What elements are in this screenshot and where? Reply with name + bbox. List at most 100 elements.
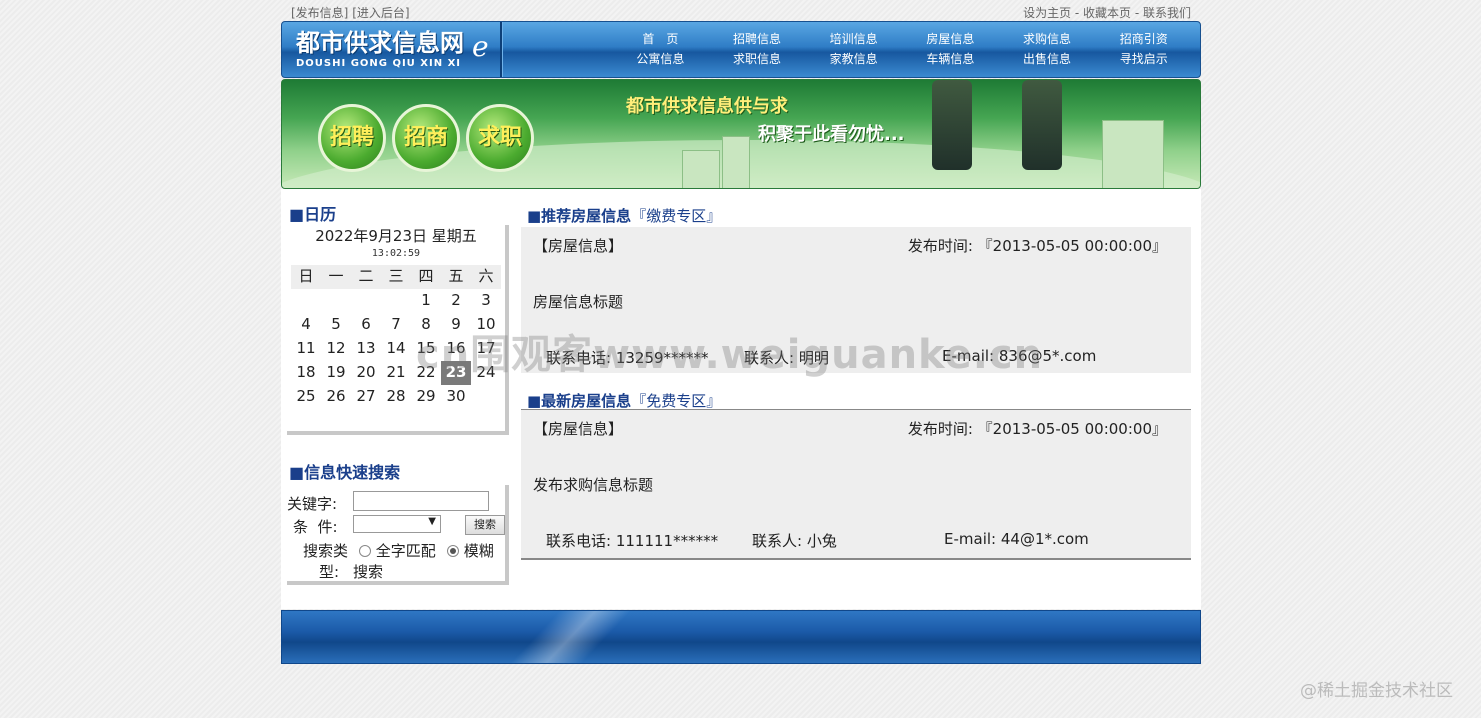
listing-contact-person: 联系人: 小兔: [752, 532, 837, 550]
main-menu: 首 页 招聘信息 培训信息 房屋信息 求购信息 招商引资 公寓信息 求职信息 家…: [612, 30, 1192, 70]
calendar-day[interactable]: 11: [291, 337, 321, 361]
condition-select[interactable]: ▼: [353, 515, 441, 533]
listing-phone: 联系电话: 111111******: [546, 532, 719, 550]
banner-job-seek-button[interactable]: 求职: [466, 104, 534, 172]
nav-item-training[interactable]: 培训信息: [805, 30, 902, 50]
calendar-weekday: 二: [351, 265, 381, 289]
calendar-day: [321, 289, 351, 313]
keyword-label: 关键字:: [287, 495, 338, 513]
exact-match-label: 全字匹配: [375, 542, 436, 560]
calendar-day: [351, 289, 381, 313]
free-zone-link[interactable]: 『免费专区』: [631, 392, 721, 410]
banner-building: [722, 136, 750, 188]
hero-banner: 招聘 招商 求职 都市供求信息供与求 积聚于此看勿忧...: [281, 79, 1201, 189]
calendar-day[interactable]: 25: [291, 385, 321, 409]
chevron-down-icon: ▼: [428, 516, 436, 527]
logo-main-text: 都市供求信息网: [296, 29, 464, 57]
nav-separator: [500, 22, 503, 77]
banner-slogan-1: 都市供求信息供与求: [626, 96, 788, 117]
calendar-day[interactable]: 30: [441, 385, 471, 409]
calendar-day[interactable]: 1: [411, 289, 441, 313]
nav-item-investment[interactable]: 招商引资: [1095, 30, 1192, 50]
calendar-day[interactable]: 3: [471, 289, 501, 313]
fuzzy-match-label-cont: 搜索: [353, 563, 384, 581]
publish-info-link[interactable]: [发布信息]: [291, 6, 348, 20]
banner-investment-button[interactable]: 招商: [392, 104, 460, 172]
calendar-day[interactable]: 7: [381, 313, 411, 337]
footer-shine: [498, 611, 636, 663]
listing-category: 【房屋信息】: [533, 420, 624, 438]
housing-listing-card[interactable]: 【房屋信息】 发布时间: 『2013-05-05 00:00:00』 发布求购信…: [521, 409, 1191, 560]
calendar-day[interactable]: 4: [291, 313, 321, 337]
calendar-day: [291, 289, 321, 313]
banner-recruit-button[interactable]: 招聘: [318, 104, 386, 172]
exact-match-radio[interactable]: [359, 545, 371, 557]
calendar-day[interactable]: 18: [291, 361, 321, 385]
nav-item-recruit[interactable]: 招聘信息: [709, 30, 806, 50]
nav-item-job-seek[interactable]: 求职信息: [709, 50, 806, 70]
banner-figure-right: [1022, 80, 1062, 170]
calendar-day[interactable]: 12: [321, 337, 351, 361]
nav-item-notice[interactable]: 寻找启示: [1095, 50, 1192, 70]
calendar-day[interactable]: 2: [441, 289, 471, 313]
menu-row-2: 公寓信息 求职信息 家教信息 车辆信息 出售信息 寻找启示: [612, 50, 1192, 70]
calendar-weekday: 五: [441, 265, 471, 289]
listing-contact: 联系电话: 111111****** 联系人: 小兔 E-mail: 44@1*…: [546, 530, 1089, 551]
menu-row-1: 首 页 招聘信息 培训信息 房屋信息 求购信息 招商引资: [612, 30, 1192, 50]
calendar-day[interactable]: 14: [381, 337, 411, 361]
calendar-day: [471, 385, 501, 409]
recommended-housing-heading: ■推荐房屋信息『缴费专区』: [527, 205, 721, 226]
calendar-weekday: 三: [381, 265, 411, 289]
calendar-day[interactable]: 27: [351, 385, 381, 409]
fuzzy-match-option[interactable]: 模糊: [447, 540, 494, 561]
calendar-day[interactable]: 5: [321, 313, 351, 337]
listing-title[interactable]: 房屋信息标题: [533, 291, 623, 312]
calendar-heading: ■日历: [289, 205, 337, 224]
calendar-day[interactable]: 13: [351, 337, 381, 361]
listing-email: E-mail: 44@1*.com: [944, 530, 1089, 548]
banner-figure-left: [932, 80, 972, 170]
logo-e-mark: e: [472, 30, 489, 63]
section-title: ■推荐房屋信息: [527, 207, 632, 225]
calendar-weekday: 日: [291, 265, 321, 289]
nav-item-purchase[interactable]: 求购信息: [999, 30, 1096, 50]
exact-match-option[interactable]: 全字匹配: [359, 540, 436, 561]
calendar-day[interactable]: 28: [381, 385, 411, 409]
listing-title[interactable]: 发布求购信息标题: [533, 474, 653, 495]
calendar-day[interactable]: 19: [321, 361, 351, 385]
keyword-input[interactable]: [353, 491, 489, 511]
section-title: ■最新房屋信息: [527, 392, 632, 410]
logo-sub-text: DOUSHI GONG QIU XIN XI: [296, 58, 461, 69]
calendar-day[interactable]: 6: [351, 313, 381, 337]
page-footer: [281, 610, 1201, 664]
center-watermark: cn围观客www.weiguanke.cn: [416, 332, 1044, 378]
site-logo[interactable]: 都市供求信息网 DOUSHI GONG QIU XIN XI e: [296, 28, 496, 72]
calendar-day[interactable]: 26: [321, 385, 351, 409]
calendar-weekday-row: 日一二三四五六: [291, 265, 501, 289]
calendar-weekday: 一: [321, 265, 351, 289]
search-button[interactable]: 搜索: [465, 515, 505, 535]
condition-label: 条 件:: [293, 518, 338, 536]
fuzzy-match-radio[interactable]: [447, 545, 459, 557]
nav-item-housing[interactable]: 房屋信息: [902, 30, 999, 50]
calendar-day[interactable]: 29: [411, 385, 441, 409]
search-type-label-cont: 型:: [319, 563, 340, 581]
calendar-day[interactable]: 21: [381, 361, 411, 385]
enter-admin-link[interactable]: [进入后台]: [352, 6, 409, 20]
nav-item-tutor[interactable]: 家教信息: [805, 50, 902, 70]
nav-item-vehicle[interactable]: 车辆信息: [902, 50, 999, 70]
search-type-label: 搜索类: [303, 542, 349, 560]
nav-item-home[interactable]: 首 页: [612, 30, 709, 50]
site-links-right[interactable]: 设为主页 - 收藏本页 - 联系我们: [1023, 6, 1191, 20]
nav-item-apartment[interactable]: 公寓信息: [612, 50, 709, 70]
calendar-weekday: 六: [471, 265, 501, 289]
banner-slogan-2: 积聚于此看勿忧...: [758, 124, 905, 145]
latest-housing-heading: ■最新房屋信息『免费专区』: [527, 390, 721, 411]
calendar-day: [381, 289, 411, 313]
paid-zone-link[interactable]: 『缴费专区』: [631, 207, 721, 225]
content-area: ■日历 2022年9月23日 星期五 13:02:59 日一二三四五六12345…: [281, 189, 1201, 609]
calendar-week-row: 123: [291, 289, 501, 313]
calendar-day[interactable]: 20: [351, 361, 381, 385]
nav-item-sale[interactable]: 出售信息: [999, 50, 1096, 70]
top-navigation: 都市供求信息网 DOUSHI GONG QIU XIN XI e 首 页 招聘信…: [281, 21, 1201, 78]
